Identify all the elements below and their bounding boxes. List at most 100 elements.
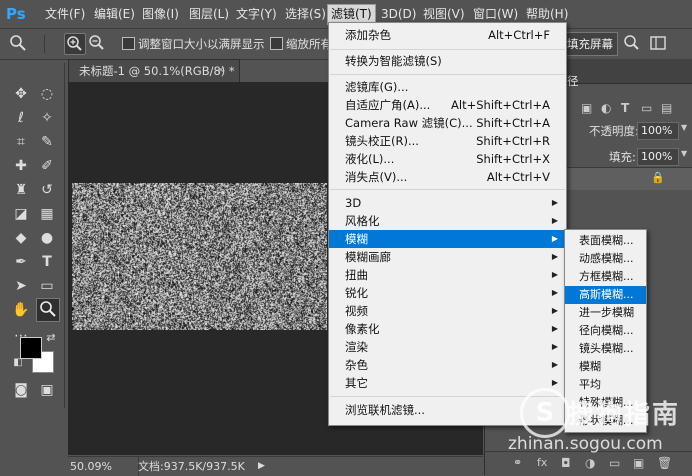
magic-wand-tool-icon[interactable]: ✧ bbox=[36, 107, 58, 129]
menu-item-stylize[interactable]: 风格化 ▶ bbox=[329, 212, 566, 230]
submenu-item-lens-blur[interactable]: 镜头模糊... bbox=[565, 340, 646, 358]
zoom-all-checkbox[interactable] bbox=[270, 37, 283, 50]
submenu-item-box-blur[interactable]: 方框模糊... bbox=[565, 268, 646, 286]
submenu-item-gaussian-blur[interactable]: 高斯模糊... bbox=[565, 286, 646, 304]
submenu-arrow-icon: ▶ bbox=[551, 216, 558, 225]
menu-item-sharpen[interactable]: 锐化 ▶ bbox=[329, 284, 566, 302]
submenu-item-blur-more[interactable]: 进一步模糊 bbox=[565, 304, 646, 322]
menu-window[interactable]: 窗口(W) bbox=[470, 5, 521, 23]
foreground-color-swatch[interactable] bbox=[20, 337, 42, 359]
filter-adjust-icon[interactable]: ◐ bbox=[601, 101, 611, 115]
trash-icon[interactable]: 🗑 bbox=[657, 456, 672, 470]
quick-mask-icon[interactable]: ◙ bbox=[10, 379, 32, 401]
submenu-item-motion-blur[interactable]: 动感模糊... bbox=[565, 250, 646, 268]
submenu-arrow-icon: ▶ bbox=[551, 270, 558, 279]
layer-mask-icon[interactable]: ◘ bbox=[561, 456, 571, 470]
menu-item-other[interactable]: 其它 ▶ bbox=[329, 374, 566, 392]
move-tool-icon[interactable]: ✥ bbox=[10, 83, 32, 105]
swap-colors-icon[interactable]: ⇄ bbox=[44, 331, 58, 345]
zoom-out-icon[interactable] bbox=[87, 33, 107, 53]
submenu-item-radial-blur[interactable]: 径向模糊... bbox=[565, 322, 646, 340]
submenu-item-average[interactable]: 平均 bbox=[565, 376, 646, 394]
fill-dropdown-icon[interactable]: ▼ bbox=[681, 149, 687, 158]
menu-item-distort[interactable]: 扭曲 ▶ bbox=[329, 266, 566, 284]
submenu-arrow-icon: ▶ bbox=[551, 198, 558, 207]
healing-brush-tool-icon[interactable]: ✚ bbox=[10, 155, 32, 177]
eraser-tool-icon[interactable]: ◪ bbox=[10, 203, 32, 225]
screen-mode-icon[interactable]: ▣ bbox=[36, 379, 58, 401]
submenu-item-surface-blur[interactable]: 表面模糊... bbox=[565, 232, 646, 250]
dodge-tool-icon[interactable]: ● bbox=[36, 227, 58, 249]
clone-stamp-tool-icon[interactable]: ♜ bbox=[10, 179, 32, 201]
filter-shape-icon[interactable]: ▭ bbox=[641, 101, 652, 115]
sogou-watermark-logo: S bbox=[520, 388, 570, 438]
zoom-tool-icon[interactable] bbox=[36, 298, 60, 322]
crop-tool-icon[interactable]: ⌗ bbox=[10, 131, 32, 153]
menu-item-add-noise[interactable]: 添加杂色 Alt+Ctrl+F bbox=[329, 26, 566, 44]
new-layer-icon[interactable]: ▣ bbox=[633, 456, 644, 470]
history-brush-tool-icon[interactable]: ↺ bbox=[36, 179, 58, 201]
rectangle-tool-icon[interactable]: ▭ bbox=[36, 275, 58, 297]
hand-tool-icon[interactable]: ✋ bbox=[10, 299, 32, 321]
zoom-tool-preset-icon[interactable] bbox=[8, 33, 28, 53]
eyedropper-tool-icon[interactable]: ✎ bbox=[36, 131, 58, 153]
menu-item-convert-smart-filter[interactable]: 转换为智能滤镜(S) bbox=[329, 52, 566, 70]
fill-label: 填充: bbox=[609, 150, 636, 164]
menu-3d[interactable]: 3D(D) bbox=[378, 5, 419, 23]
menu-item-camera-raw[interactable]: Camera Raw 滤镜(C)... Shift+Ctrl+A bbox=[329, 114, 566, 132]
menu-view[interactable]: 视图(V) bbox=[420, 5, 468, 23]
close-icon[interactable]: × bbox=[214, 59, 228, 81]
filter-smart-icon[interactable]: ▤ bbox=[661, 101, 672, 115]
marquee-tool-icon[interactable]: ◌ bbox=[36, 83, 58, 105]
menu-item-lens-correction[interactable]: 镜头校正(R)... Shift+Ctrl+R bbox=[329, 132, 566, 150]
menu-select[interactable]: 选择(S) bbox=[282, 5, 329, 23]
menu-item-adaptive-wide-angle[interactable]: 自适应广角(A)... Alt+Shift+Ctrl+A bbox=[329, 96, 566, 114]
menu-item-liquify[interactable]: 液化(L)... Shift+Ctrl+X bbox=[329, 150, 566, 168]
opacity-dropdown-icon[interactable]: ▼ bbox=[681, 123, 687, 132]
lasso-tool-icon[interactable]: ℓ bbox=[10, 107, 32, 129]
document-info: 文档:937.5K/937.5K bbox=[138, 460, 245, 473]
resize-window-checkbox[interactable] bbox=[122, 37, 135, 50]
menu-item-video[interactable]: 视频 ▶ bbox=[329, 302, 566, 320]
menu-help[interactable]: 帮助(H) bbox=[523, 5, 571, 23]
panel-tab-paths[interactable]: 径 bbox=[567, 73, 579, 89]
menu-separator bbox=[330, 74, 565, 75]
opacity-field[interactable]: 100% bbox=[637, 122, 679, 140]
status-arrow-icon[interactable]: ▶ bbox=[258, 457, 265, 476]
workspace-icon[interactable] bbox=[648, 33, 668, 53]
menu-item-blur-gallery[interactable]: 模糊画廊 ▶ bbox=[329, 248, 566, 266]
noise-image-canvas[interactable] bbox=[72, 183, 327, 330]
menu-item-blur[interactable]: 模糊 ▶ bbox=[329, 230, 566, 248]
layer-row-background[interactable] bbox=[565, 167, 692, 190]
menu-item-noise[interactable]: 杂色 ▶ bbox=[329, 356, 566, 374]
path-selection-tool-icon[interactable]: ➤ bbox=[10, 275, 32, 297]
menu-edit[interactable]: 编辑(E) bbox=[91, 5, 138, 23]
adjustment-layer-icon[interactable]: ◑ bbox=[585, 456, 595, 470]
pen-tool-icon[interactable]: ✒ bbox=[10, 251, 32, 273]
menu-item-render[interactable]: 渲染 ▶ bbox=[329, 338, 566, 356]
blur-tool-icon[interactable]: ◆ bbox=[10, 227, 32, 249]
gradient-tool-icon[interactable]: ▦ bbox=[36, 203, 58, 225]
zoom-level[interactable]: 50.09% bbox=[70, 457, 112, 476]
submenu-item-blur[interactable]: 模糊 bbox=[565, 358, 646, 376]
fill-field[interactable]: 100% bbox=[637, 148, 679, 166]
filter-text-icon[interactable]: T bbox=[621, 101, 629, 115]
menu-item-pixelate[interactable]: 像素化 ▶ bbox=[329, 320, 566, 338]
menu-image[interactable]: 图像(I) bbox=[139, 5, 182, 23]
menu-item-filter-gallery[interactable]: 滤镜库(G)... bbox=[329, 78, 566, 96]
menu-item-3d[interactable]: 3D ▶ bbox=[329, 194, 566, 212]
new-group-icon[interactable]: ▭ bbox=[609, 456, 620, 470]
filter-type-icon[interactable]: ▣ bbox=[581, 101, 592, 115]
link-layers-icon[interactable]: ⚭ bbox=[513, 456, 522, 469]
menu-layer[interactable]: 图层(L) bbox=[186, 5, 232, 23]
brush-tool-icon[interactable]: ✐ bbox=[36, 155, 58, 177]
fill-screen-button[interactable]: 填充屏幕 bbox=[562, 32, 618, 56]
menu-file[interactable]: 文件(F) bbox=[42, 5, 88, 23]
type-tool-icon[interactable]: T bbox=[36, 251, 58, 273]
zoom-in-icon[interactable] bbox=[64, 33, 86, 55]
menu-item-vanishing-point[interactable]: 消失点(V)... Alt+Ctrl+V bbox=[329, 168, 566, 186]
search-icon[interactable] bbox=[622, 33, 642, 53]
fx-icon[interactable]: fx bbox=[537, 456, 547, 469]
opacity-label: 不透明度: bbox=[589, 124, 639, 138]
menu-type[interactable]: 文字(Y) bbox=[233, 5, 280, 23]
